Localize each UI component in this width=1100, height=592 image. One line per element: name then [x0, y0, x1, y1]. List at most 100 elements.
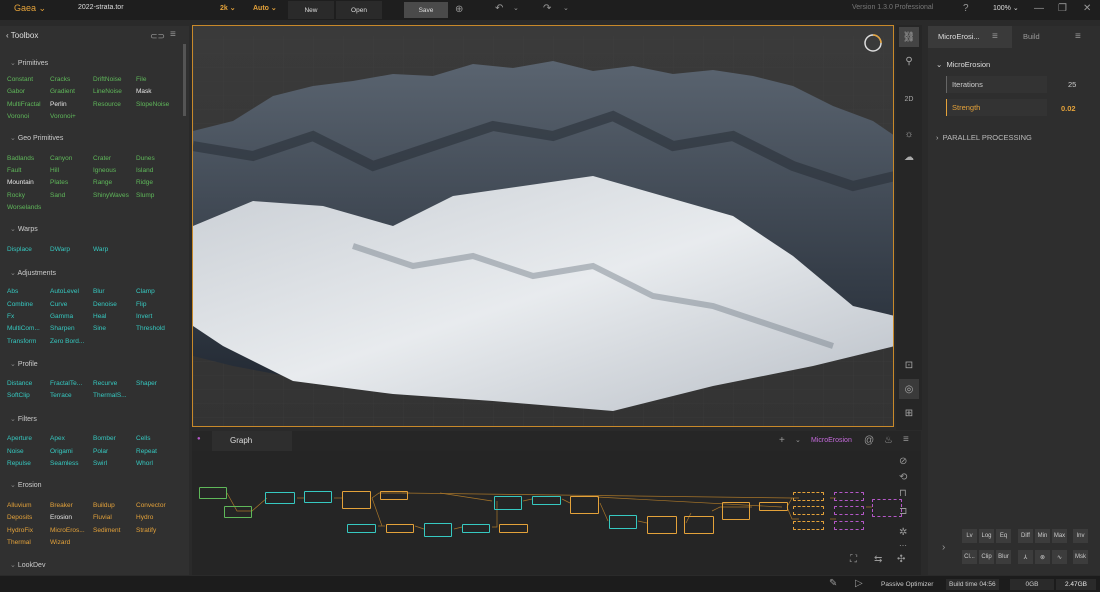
node-fractalte-[interactable]: FractalTe... [50, 380, 82, 387]
node-resource[interactable]: Resource [93, 101, 121, 108]
adjust-button[interactable]: Min [1035, 529, 1050, 543]
node-sharpen[interactable]: Sharpen [50, 325, 75, 332]
graph-node[interactable] [347, 524, 376, 533]
node-whorl[interactable]: Whorl [136, 460, 153, 467]
category-primitives[interactable]: Primitives [10, 59, 48, 67]
node-dwarp[interactable]: DWarp [50, 246, 70, 253]
node-buildup[interactable]: Buildup [93, 502, 115, 509]
node-sine[interactable]: Sine [93, 325, 106, 332]
node-fault[interactable]: Fault [7, 167, 21, 174]
category-lookdev[interactable]: LookDev [10, 561, 46, 569]
graph-node[interactable] [834, 521, 864, 530]
undo-dropdown-icon[interactable]: ⌄ [513, 4, 519, 14]
adjust-button[interactable]: Inv [1073, 529, 1088, 543]
node-slump[interactable]: Slump [136, 192, 154, 199]
redo-dropdown-icon[interactable]: ⌄ [563, 4, 569, 14]
adjust-button[interactable]: Blur [996, 550, 1011, 564]
node-island[interactable]: Island [136, 167, 153, 174]
node-seamless[interactable]: Seamless [50, 460, 79, 467]
graph-node[interactable] [265, 492, 295, 504]
adjust-button[interactable]: Lv [962, 529, 977, 543]
node-alluvium[interactable]: Alluvium [7, 502, 32, 509]
node-hydrofix[interactable]: HydroFix [7, 527, 33, 534]
node-range[interactable]: Range [93, 179, 112, 186]
add-node-icon[interactable]: + [779, 436, 785, 446]
menu-icon[interactable]: ≡ [170, 30, 176, 40]
iterations-field[interactable]: Iterations [946, 76, 1047, 93]
expand-icon[interactable]: › [942, 543, 945, 553]
link-icon[interactable]: ⛓ [899, 27, 919, 47]
parallel-processing-header[interactable]: › PARALLEL PROCESSING [936, 133, 1032, 142]
export-icon[interactable]: ⊐ [899, 507, 907, 517]
node-gradient[interactable]: Gradient [50, 88, 75, 95]
resolution-select[interactable]: 2k ⌄ [220, 4, 236, 12]
node-terrace[interactable]: Terrace [50, 392, 72, 399]
cloud-icon[interactable]: ☁ [899, 147, 919, 167]
2d-toggle-button[interactable]: 2D [899, 89, 919, 109]
graph-node[interactable] [722, 502, 750, 520]
tab-graph[interactable]: Graph [212, 431, 292, 451]
node-file[interactable]: File [136, 76, 146, 83]
node-multicom-[interactable]: MultiCom... [7, 325, 40, 332]
undo-icon[interactable]: ↶ [495, 4, 503, 14]
node-swirl[interactable]: Swirl [93, 460, 107, 467]
node-plates[interactable]: Plates [50, 179, 68, 186]
node-zero-bord-[interactable]: Zero Bord... [50, 338, 84, 345]
node-gabor[interactable]: Gabor [7, 88, 25, 95]
play-icon[interactable]: ▷ [855, 579, 863, 589]
node-voronoi-[interactable]: Voronoi+ [50, 113, 76, 120]
node-apex[interactable]: Apex [50, 435, 65, 442]
node-worselands[interactable]: Worselands [7, 204, 41, 211]
node-hill[interactable]: Hill [50, 167, 59, 174]
category-warps[interactable]: Warps [10, 225, 38, 233]
adjust-button[interactable]: ∿ [1052, 550, 1067, 564]
node-multifractal[interactable]: MultiFractal [7, 101, 41, 108]
node-repulse[interactable]: Repulse [7, 460, 31, 467]
node-bomber[interactable]: Bomber [93, 435, 116, 442]
adjust-button[interactable]: Clip [979, 550, 994, 564]
node-cells[interactable]: Cells [136, 435, 150, 442]
graph-node[interactable] [386, 524, 414, 533]
toolbox-scrollbar[interactable] [183, 44, 186, 116]
node-ridge[interactable]: Ridge [136, 179, 153, 186]
lock-icon[interactable]: ⊓ [899, 489, 907, 499]
node-constant[interactable]: Constant [7, 76, 33, 83]
node-abs[interactable]: Abs [7, 288, 18, 295]
adjust-button[interactable]: ⊗ [1035, 550, 1050, 564]
node-origami[interactable]: Origami [50, 448, 73, 455]
node-hydro[interactable]: Hydro [136, 514, 153, 521]
node-aperture[interactable]: Aperture [7, 435, 32, 442]
minimize-icon[interactable]: — [1034, 4, 1044, 14]
node-slopenoise[interactable]: SlopeNoise [136, 101, 169, 108]
node-softclip[interactable]: SoftClip [7, 392, 30, 399]
at-icon[interactable]: @ [864, 436, 874, 446]
node-clamp[interactable]: Clamp [136, 288, 155, 295]
help-icon[interactable]: ? [963, 4, 969, 14]
node-microeros-[interactable]: MicroEros... [50, 527, 85, 534]
graph-node[interactable] [647, 516, 677, 534]
swap-icon[interactable]: ⇆ [874, 555, 882, 565]
node-thermals-[interactable]: ThermalS... [93, 392, 127, 399]
node-warp[interactable]: Warp [93, 246, 108, 253]
zoom-select[interactable]: 100% ⌄ [993, 4, 1019, 12]
graph-node-microerosion[interactable] [872, 499, 902, 517]
category-adjustments[interactable]: Adjustments [10, 269, 56, 277]
node-noise[interactable]: Noise [7, 448, 24, 455]
node-cracks[interactable]: Cracks [50, 76, 70, 83]
graph-node[interactable] [834, 506, 864, 515]
optimizer-label[interactable]: Passive Optimizer [878, 579, 936, 590]
node-fx[interactable]: Fx [7, 313, 14, 320]
graph-node[interactable] [684, 516, 714, 534]
adjust-button[interactable]: Max [1052, 529, 1067, 543]
graph-node[interactable] [380, 491, 408, 500]
category-erosion[interactable]: Erosion [10, 481, 42, 489]
node-repeat[interactable]: Repeat [136, 448, 157, 455]
graph-node[interactable] [342, 491, 371, 509]
more-icon[interactable]: ⋯ [899, 541, 907, 551]
layout-icon[interactable]: ✣ [897, 555, 905, 565]
graph-node[interactable] [793, 506, 824, 515]
disable-icon[interactable]: ⊘ [899, 457, 907, 467]
category-geo-primitives[interactable]: Geo Primitives [10, 134, 64, 142]
node-displace[interactable]: Displace [7, 246, 32, 253]
graph-menu-icon[interactable]: ≡ [903, 435, 909, 445]
